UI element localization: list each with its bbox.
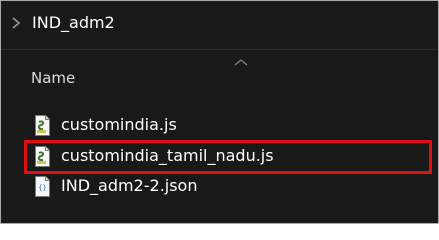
svg-text:{}: {} bbox=[38, 184, 46, 192]
chevron-right-icon[interactable] bbox=[11, 16, 21, 30]
column-header-row: Name bbox=[1, 50, 438, 98]
js-file-icon bbox=[35, 115, 50, 136]
sort-ascending-icon bbox=[234, 59, 248, 66]
file-name[interactable]: IND_adm2-2.json bbox=[61, 176, 197, 196]
file-name[interactable]: customindia_tamil_nadu.js bbox=[61, 146, 274, 166]
file-row-customindia-js[interactable]: customindia.js bbox=[21, 111, 431, 141]
file-name[interactable]: customindia.js bbox=[61, 115, 177, 135]
file-explorer-window: IND_adm2 Name customindia.js customindia… bbox=[0, 0, 439, 224]
breadcrumb-folder[interactable]: IND_adm2 bbox=[32, 13, 115, 33]
column-header-name[interactable]: Name bbox=[31, 68, 75, 88]
json-file-icon: {} bbox=[35, 176, 50, 197]
file-row-ind-adm2-2-json[interactable]: {} IND_adm2-2.json bbox=[21, 172, 431, 202]
file-row-customindia-tamil-nadu-js[interactable]: customindia_tamil_nadu.js bbox=[21, 142, 431, 172]
address-bar: IND_adm2 bbox=[1, 1, 438, 49]
js-file-icon bbox=[35, 146, 50, 167]
